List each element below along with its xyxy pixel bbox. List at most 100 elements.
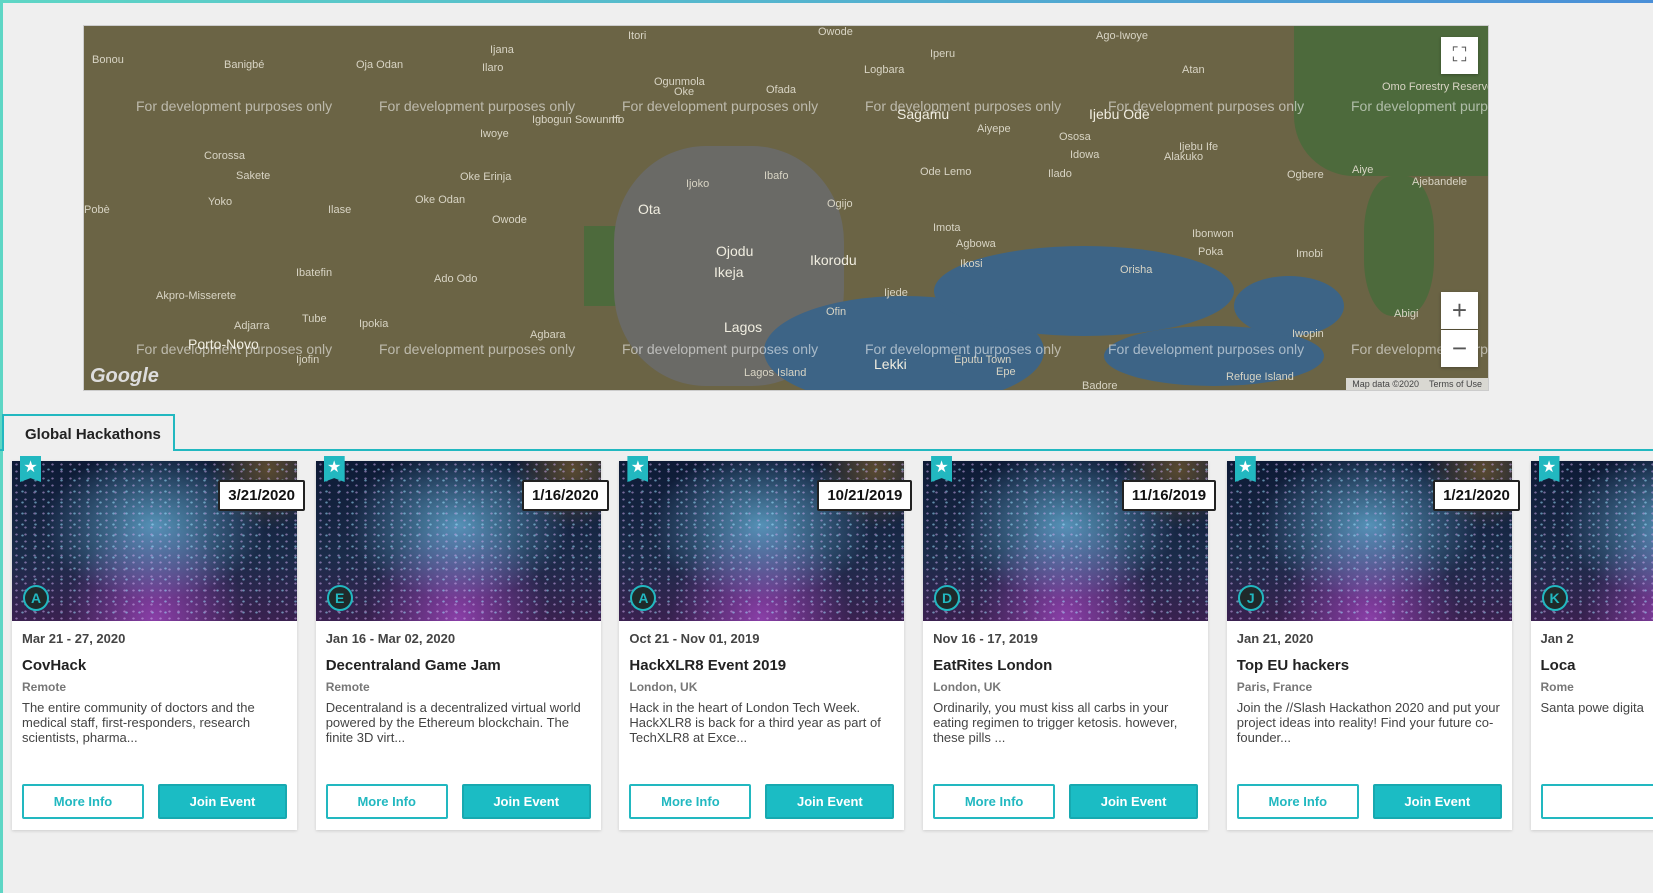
- more-info-button[interactable]: More Info: [22, 784, 144, 819]
- map-place-label: Poka: [1198, 246, 1224, 258]
- map-place-label: Refuge Island: [1226, 371, 1294, 383]
- join-event-button[interactable]: Join Event: [1372, 784, 1502, 819]
- event-title[interactable]: Decentraland Game Jam: [326, 657, 501, 674]
- event-description: Decentraland is a decentralized virtual …: [325, 700, 581, 745]
- map-place-label: Tube: [302, 313, 327, 325]
- map-place-label: Omo Forestry Reserve: [1382, 81, 1489, 93]
- join-event-button[interactable]: Join Event: [158, 784, 287, 819]
- event-dates: Jan 16 - Mar 02, 2020: [325, 631, 456, 646]
- map-place-label: Ipokia: [359, 318, 389, 330]
- terms-link[interactable]: Terms of Use: [1429, 379, 1482, 389]
- event-description: Hack in the heart of London Tech Week. H…: [629, 700, 881, 745]
- tab-global-hackathons[interactable]: Global Hackathons: [2, 414, 175, 451]
- map-place-label: Ikorodu: [810, 252, 857, 268]
- more-info-button[interactable]: More Info: [1236, 784, 1359, 819]
- join-event-button[interactable]: Join Event: [765, 784, 895, 819]
- map-place-label: Ikosi: [960, 258, 983, 270]
- organizer-avatar: J: [1237, 585, 1264, 611]
- event-title[interactable]: Loca: [1541, 657, 1576, 674]
- join-event-button[interactable]: Join Event: [461, 784, 591, 819]
- join-event-button[interactable]: Join Event: [1069, 784, 1199, 819]
- event-location: London, UK: [629, 680, 698, 694]
- event-title[interactable]: HackXLR8 Event 2019: [629, 657, 786, 674]
- top-accent-bar: [0, 0, 1653, 3]
- map-place-label: Ago-Iwoye: [1096, 30, 1148, 42]
- dev-watermark: For development purposes only: [865, 98, 1062, 114]
- event-title[interactable]: CovHack: [22, 657, 86, 674]
- map-place-label: Ososa: [1059, 131, 1091, 143]
- map-place-label: Ijede: [884, 287, 908, 299]
- organizer-avatar: D: [934, 585, 961, 611]
- map-place-label: Ilado: [1048, 168, 1072, 180]
- map-place-label: Lagos: [724, 319, 763, 335]
- hackathon-card: ★ 1/16/2020 E Jan 16 - Mar 02, 2020 Dece…: [315, 456, 609, 830]
- map-place-label: Imobi: [1296, 248, 1323, 260]
- dev-watermark: For development purposes only: [622, 98, 819, 114]
- map-place-label: Ojodu: [716, 243, 754, 259]
- zoom-out-button[interactable]: −: [1441, 330, 1478, 367]
- map-place-label: Ofada: [766, 84, 796, 96]
- dev-watermark: For development purposes only: [136, 98, 333, 114]
- map-place-label: Igbogun Sowunmi: [532, 114, 621, 126]
- more-info-button[interactable]: More Info: [325, 784, 448, 819]
- forest-area: [1364, 176, 1434, 316]
- hackathon-card: ★ 10/21/2019 A Oct 21 - Nov 01, 2019 Hac…: [619, 456, 913, 830]
- google-logo: Google: [90, 365, 159, 387]
- more-info-button[interactable]: [1540, 784, 1653, 819]
- map-place-label: Iwoye: [480, 128, 509, 140]
- map-place-label: Alakuko: [1164, 151, 1204, 163]
- map-place-label: Logbara: [864, 64, 905, 76]
- map-place-label: Oja Odan: [356, 59, 404, 71]
- map-place-label: Ajebandele: [1412, 176, 1468, 188]
- dev-watermark: For development purposes only: [1108, 341, 1305, 357]
- map-place-label: Ode Lemo: [920, 166, 972, 178]
- event-location: Remote: [22, 680, 67, 694]
- map-place-label: Agbara: [530, 329, 566, 341]
- fullscreen-icon: ⛶: [1452, 44, 1467, 66]
- map-place-label: Corossa: [204, 150, 245, 162]
- event-title[interactable]: Top EU hackers: [1237, 657, 1349, 674]
- event-title[interactable]: EatRites London: [933, 657, 1052, 674]
- event-dates: Jan 2: [1540, 631, 1574, 646]
- map-place-label: Agbowa: [956, 238, 996, 250]
- event-description: Santa powe digita: [1540, 700, 1644, 715]
- more-info-button[interactable]: More Info: [629, 784, 752, 819]
- map-place-label: Akpro-Misserete: [156, 290, 237, 302]
- event-description: Join the //Slash Hackathon 2020 and put …: [1236, 700, 1500, 745]
- lagoon: [1234, 276, 1344, 336]
- map-attribution: Map data ©2020 Terms of Use: [1346, 378, 1488, 390]
- map-place-label: Orisha: [1120, 264, 1153, 276]
- map-data-text: Map data ©2020: [1352, 379, 1419, 389]
- event-location: Remote: [325, 680, 370, 694]
- event-description: Ordinarily, you must kiss all carbs in y…: [933, 700, 1178, 745]
- organizer-avatar: E: [326, 585, 353, 611]
- map-place-label: Owode: [818, 26, 853, 38]
- map-place-label: Itori: [628, 30, 647, 42]
- map-place-label: Oke Odan: [415, 194, 466, 206]
- map-place-label: Sakete: [236, 170, 271, 182]
- event-description: The entire community of doctors and the …: [22, 700, 255, 745]
- map-place-label: Ijoko: [686, 178, 710, 190]
- zoom-in-button[interactable]: +: [1441, 292, 1478, 329]
- dev-watermark: For development purposes only: [379, 341, 576, 357]
- map-place-label: Lagos Island: [744, 367, 807, 379]
- event-location: Rome: [1540, 680, 1574, 694]
- date-badge: 1/16/2020: [521, 480, 609, 511]
- map-place-label: Lekki: [874, 356, 907, 372]
- organizer-avatar: A: [23, 585, 49, 611]
- more-info-button[interactable]: More Info: [933, 784, 1056, 819]
- map-place-label: Ibafo: [764, 170, 789, 182]
- dev-watermark: For development purposes only: [379, 98, 576, 114]
- dev-watermark: For development purposes only: [622, 341, 819, 357]
- event-dates: Mar 21 - 27, 2020: [22, 631, 126, 646]
- map-place-label: Ibatefin: [296, 267, 333, 279]
- dev-watermark: For development purposes only: [1351, 98, 1488, 114]
- date-badge: 10/21/2019: [817, 480, 913, 511]
- fullscreen-button[interactable]: ⛶: [1441, 37, 1478, 74]
- map-place-label: Ikeja: [714, 264, 744, 280]
- map-place-label: Pobè: [84, 204, 110, 216]
- map[interactable]: Bonou Banigbé Oja Odan Ijana Ilaro Itori Owode…: [83, 25, 1489, 391]
- event-dates: Oct 21 - Nov 01, 2019: [629, 631, 760, 646]
- organizer-avatar: K: [1541, 585, 1568, 611]
- tab-underline: [0, 449, 1653, 451]
